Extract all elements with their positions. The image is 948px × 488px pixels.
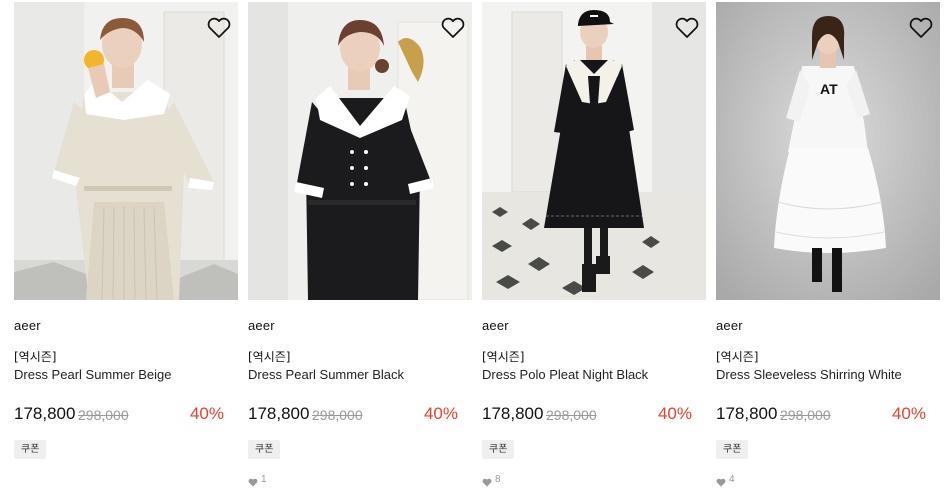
coupon-badge: 쿠폰	[14, 440, 47, 459]
product-photo-white-dress[interactable]: AT	[716, 2, 940, 300]
heart-outline-icon[interactable]	[674, 16, 700, 40]
shirt-print-text: AT	[820, 81, 838, 97]
brand-name[interactable]: aeer	[716, 318, 743, 333]
original-price: 298,000	[78, 407, 129, 423]
like-count: 4	[716, 474, 735, 488]
season-tag: [역시즌]	[482, 350, 525, 364]
coupon-badge: 쿠폰	[482, 440, 515, 459]
heart-filled-icon	[248, 478, 258, 487]
season-tag: [역시즌]	[14, 350, 57, 364]
discount-rate: 40%	[423, 404, 458, 423]
product-photo-beige-dress[interactable]	[14, 2, 238, 300]
sale-price: 178,800	[716, 404, 778, 423]
product-photo-polo-dress[interactable]	[482, 2, 706, 300]
heart-filled-icon	[716, 478, 726, 487]
product-card[interactable]: aeer [역시즌] Dress Pearl Summer Beige 178,…	[14, 0, 238, 484]
original-price: 298,000	[780, 407, 831, 423]
product-card[interactable]: AT aeer [역시즌] Dress Sleeveless Shirring …	[716, 0, 940, 487]
heart-outline-icon[interactable]	[206, 16, 232, 40]
coupon-badge: 쿠폰	[248, 440, 281, 459]
like-count: 1	[248, 474, 267, 488]
product-name[interactable]: Dress Pearl Summer Beige	[14, 367, 172, 382]
brand-name[interactable]: aeer	[14, 318, 41, 333]
heart-filled-icon	[482, 478, 492, 487]
like-count: 8	[482, 474, 501, 488]
brand-name[interactable]: aeer	[248, 318, 275, 333]
original-price: 298,000	[546, 407, 597, 423]
heart-outline-icon[interactable]	[908, 16, 934, 40]
product-card[interactable]: aeer [역시즌] Dress Pearl Summer Black 178,…	[248, 0, 472, 487]
product-name[interactable]: Dress Pearl Summer Black	[248, 367, 404, 382]
product-name[interactable]: Dress Sleeveless Shirring White	[716, 367, 902, 382]
sale-price: 178,800	[482, 404, 544, 423]
like-count-value: 4	[729, 474, 735, 485]
like-count-value: 1	[261, 474, 267, 485]
coupon-badge: 쿠폰	[716, 440, 749, 459]
brand-name[interactable]: aeer	[482, 318, 509, 333]
like-count-value: 8	[495, 474, 501, 485]
sale-price: 178,800	[248, 404, 310, 423]
original-price: 298,000	[312, 407, 363, 423]
discount-rate: 40%	[891, 404, 926, 423]
discount-rate: 40%	[189, 404, 224, 423]
product-card[interactable]: aeer [역시즌] Dress Polo Pleat Night Black …	[482, 0, 706, 487]
product-name[interactable]: Dress Polo Pleat Night Black	[482, 367, 648, 382]
discount-rate: 40%	[657, 404, 692, 423]
sale-price: 178,800	[14, 404, 76, 423]
product-photo-black-dress[interactable]	[248, 2, 472, 300]
heart-outline-icon[interactable]	[440, 16, 466, 40]
season-tag: [역시즌]	[716, 350, 759, 364]
product-grid: aeer [역시즌] Dress Pearl Summer Beige 178,…	[0, 0, 948, 487]
season-tag: [역시즌]	[248, 350, 291, 364]
